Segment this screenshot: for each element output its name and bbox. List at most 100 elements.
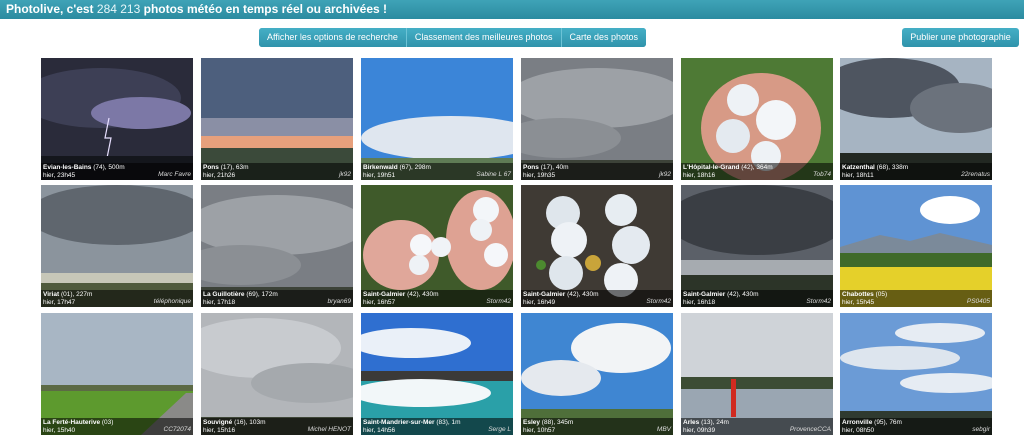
photo-author[interactable]: MBV: [657, 426, 671, 434]
photo-time: hier, 10h57: [523, 427, 556, 434]
photo-author[interactable]: jk92: [339, 171, 351, 179]
photo-tile[interactable]: La Ferté-Hauterive (03) hier, 15h40 CC7207…: [41, 313, 193, 435]
photo-location: Arronville (95), 76m: [842, 419, 990, 427]
photo-place-meta: (17), 63m: [218, 164, 249, 171]
photo-caption: Esley (88), 345m hier, 10h57 MBV: [521, 418, 673, 435]
photo-place: Chabottes: [842, 291, 874, 298]
photo-tile[interactable]: Arronville (95), 76m hier, 08h50 sebgir: [840, 313, 992, 435]
photo-author[interactable]: Storm42: [806, 298, 831, 306]
weather-photo: [840, 313, 992, 435]
photo-caption: Saint-Galmier (42), 430m hier, 16h49 Storm…: [521, 290, 673, 307]
photo-tile[interactable]: Saint-Galmier (42), 430m hier, 16h57 Storm…: [361, 185, 513, 307]
photo-author[interactable]: Serge L: [488, 426, 511, 434]
photo-place-meta: (17), 40m: [538, 164, 569, 171]
weather-photo: [521, 313, 673, 435]
photo-tile[interactable]: Birkenwald (67), 298m hier, 19h51 Sabine L…: [361, 58, 513, 180]
photo-author[interactable]: 22renatus: [961, 171, 990, 179]
photo-time: hier, 14h56: [363, 427, 396, 434]
photo-tile[interactable]: Viriat (01), 227m hier, 17h47 téléphonique: [41, 185, 193, 307]
best-photos-button[interactable]: Classement des meilleures photos: [406, 28, 562, 47]
photo-time: hier, 08h50: [842, 427, 875, 434]
photo-author[interactable]: PS0405: [967, 298, 990, 306]
photo-place: La Guillotière: [203, 291, 245, 298]
photo-map-button[interactable]: Carte des photos: [561, 28, 647, 47]
photo-time: hier, 17h18: [203, 299, 236, 306]
photo-place-meta: (67), 298m: [397, 164, 431, 171]
photo-time: hier, 09h39: [683, 427, 716, 434]
photo-location: Esley (88), 345m: [523, 419, 671, 427]
photo-author[interactable]: Storm42: [646, 298, 671, 306]
photo-tile[interactable]: Pons (17), 40m hier, 19h35 jk92: [521, 58, 673, 180]
photo-place: Arles: [683, 419, 700, 426]
photo-caption: Souvigné (16), 103m hier, 15h16 Michel HEN…: [201, 418, 353, 435]
weather-photo: [840, 58, 992, 180]
photo-caption: L'Hôpital-le-Grand (42), 364m hier, 18h16…: [681, 163, 833, 180]
photo-place: Arronville: [842, 419, 873, 426]
photo-caption: La Guillotière (69), 172m hier, 17h18 brya…: [201, 290, 353, 307]
photo-author[interactable]: bryan69: [328, 298, 352, 306]
photo-caption: Chabottes (05) hier, 15h45 PS0405: [840, 290, 992, 307]
photo-tile[interactable]: Esley (88), 345m hier, 10h57 MBV: [521, 313, 673, 435]
photo-author[interactable]: sebgir: [972, 426, 990, 434]
photo-time: hier, 19h35: [523, 172, 556, 179]
photo-tile[interactable]: Souvigné (16), 103m hier, 15h16 Michel HEN…: [201, 313, 353, 435]
photo-author[interactable]: Storm42: [486, 298, 511, 306]
photo-author[interactable]: Sabine L 67: [476, 171, 511, 179]
photo-tile[interactable]: Katzenthal (68), 338m hier, 18h11 22renatu…: [840, 58, 992, 180]
photo-tile[interactable]: Saint-Galmier (42), 430m hier, 16h49 Storm…: [521, 185, 673, 307]
photo-tile[interactable]: Chabottes (05) hier, 15h45 PS0405: [840, 185, 992, 307]
photo-author[interactable]: CC72074: [164, 426, 191, 434]
site-header: Photolive, c'est 284 213 photos météo en…: [0, 0, 1024, 19]
photo-place-meta: (74), 500m: [91, 164, 125, 171]
photo-tile[interactable]: Saint-Galmier (42), 430m hier, 16h18 Storm…: [681, 185, 833, 307]
photo-place-meta: (69), 172m: [244, 291, 278, 298]
weather-photo: [521, 185, 673, 307]
photo-author[interactable]: Marc Favre: [158, 171, 191, 179]
photo-time: hier, 17h47: [43, 299, 76, 306]
photo-place: Saint-Galmier: [683, 291, 726, 298]
photo-place: Évian-les-Bains: [43, 164, 92, 171]
search-options-button[interactable]: Afficher les options de recherche: [259, 28, 407, 47]
photo-time: hier, 23h45: [43, 172, 76, 179]
photo-author[interactable]: téléphonique: [154, 298, 191, 306]
photo-place: La Ferté-Hauterive: [43, 419, 101, 426]
photo-caption: Saint-Mandrier-sur-Mer (83), 1m hier, 14h…: [361, 418, 513, 435]
photo-caption: Saint-Galmier (42), 430m hier, 16h18 Storm…: [681, 290, 833, 307]
photo-place: Birkenwald: [363, 164, 398, 171]
photo-count: 284 213: [96, 2, 141, 16]
photo-caption: Arronville (95), 76m hier, 08h50 sebgir: [840, 418, 992, 435]
photo-place-meta: (01), 227m: [59, 291, 93, 298]
photo-place: Pons: [523, 164, 539, 171]
photo-place-meta: (83), 1m: [434, 419, 461, 426]
photo-tile[interactable]: La Guillotière (69), 172m hier, 17h18 brya…: [201, 185, 353, 307]
photo-author[interactable]: Michel HENOT: [308, 426, 351, 434]
photo-caption: Arles (13), 24m hier, 09h39 ProvenceCCA: [681, 418, 833, 435]
photo-caption: Pons (17), 63m hier, 21h26 jk92: [201, 163, 353, 180]
photo-tile[interactable]: Évian-les-Bains (74), 500m hier, 23h45 Mar…: [41, 58, 193, 180]
photo-place-meta: (42), 430m: [565, 291, 599, 298]
photo-place: Saint-Mandrier-sur-Mer: [363, 419, 435, 426]
photo-place-meta: (88), 345m: [540, 419, 574, 426]
weather-photo: [201, 185, 353, 307]
photo-caption: Katzenthal (68), 338m hier, 18h11 22renatu…: [840, 163, 992, 180]
photo-place-meta: (42), 430m: [405, 291, 439, 298]
photo-author[interactable]: ProvenceCCA: [790, 426, 831, 434]
photo-tile[interactable]: L'Hôpital-le-Grand (42), 364m hier, 18h16…: [681, 58, 833, 180]
photo-place: Saint-Galmier: [523, 291, 566, 298]
photo-author[interactable]: jk92: [659, 171, 671, 179]
photo-time: hier, 15h45: [842, 299, 875, 306]
header-title-end: photos météo en temps réel ou archivées …: [140, 2, 388, 16]
photo-caption: La Ferté-Hauterive (03) hier, 15h40 CC7207…: [41, 418, 193, 435]
photo-location: Pons (17), 63m: [203, 164, 351, 172]
photo-tile[interactable]: Pons (17), 63m hier, 21h26 jk92: [201, 58, 353, 180]
photo-author[interactable]: Tob74: [813, 171, 831, 179]
publish-photo-button[interactable]: Publier une photographie: [902, 28, 1019, 47]
weather-photo: [361, 185, 513, 307]
photo-place: Viriat: [43, 291, 60, 298]
photo-tile[interactable]: Saint-Mandrier-sur-Mer (83), 1m hier, 14h…: [361, 313, 513, 435]
photo-caption: Viriat (01), 227m hier, 17h47 téléphonique: [41, 290, 193, 307]
photo-tile[interactable]: Arles (13), 24m hier, 09h39 ProvenceCCA: [681, 313, 833, 435]
photo-caption: Pons (17), 40m hier, 19h35 jk92: [521, 163, 673, 180]
weather-photo: [41, 185, 193, 307]
photo-time: hier, 16h57: [363, 299, 396, 306]
